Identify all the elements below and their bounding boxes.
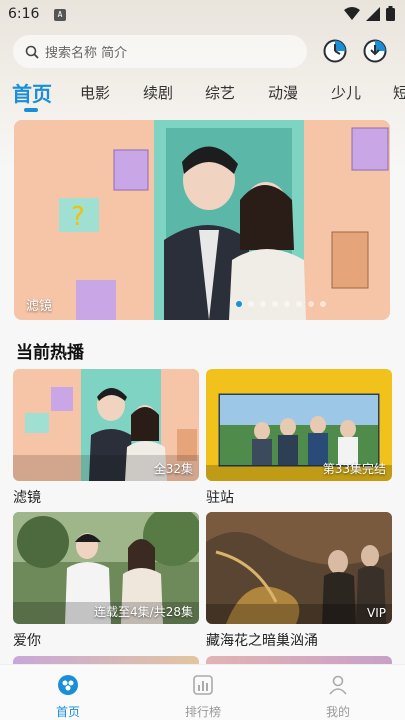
carousel-dot[interactable] <box>248 301 254 307</box>
card-title: 爱你 <box>13 633 41 649</box>
nav-profile-label: 我的 <box>325 705 350 719</box>
video-card[interactable]: VIP 藏海花之暗巢汹涌 <box>206 512 392 650</box>
carousel-dot[interactable] <box>272 301 278 307</box>
search-icon <box>25 45 39 59</box>
bottom-nav: 首页 排行榜 我的 <box>0 664 405 720</box>
tab-variety[interactable]: 综艺 <box>205 82 235 103</box>
active-tab-indicator <box>24 108 38 112</box>
vip-badge: VIP <box>367 606 386 620</box>
carousel-dot[interactable] <box>320 301 326 307</box>
status-bar: 6:16 A <box>0 0 405 30</box>
home-icon <box>58 675 78 695</box>
banner-image: ? <box>14 120 390 320</box>
banner-title: 滤镜 <box>26 299 53 314</box>
hero-banner[interactable]: ? 滤镜 <box>14 120 390 320</box>
tab-movies[interactable]: 电影 <box>80 82 110 103</box>
card-poster: 连载至4集/共28集 <box>13 512 199 624</box>
card-title: 滤镜 <box>13 490 41 506</box>
signal-icon <box>366 6 380 21</box>
card-poster: 第33集完结 <box>206 369 392 481</box>
card-title: 驻站 <box>206 490 234 506</box>
battery-icon <box>386 6 395 21</box>
notification-icon: A <box>54 9 66 21</box>
section-title: 当前热播 <box>16 343 84 363</box>
card-title: 藏海花之暗巢汹涌 <box>206 633 318 649</box>
carousel-dot[interactable] <box>308 301 314 307</box>
nav-ranking[interactable]: 排行榜 <box>163 673 243 720</box>
video-card[interactable]: 第33集完结 驻站 <box>206 369 392 507</box>
video-card[interactable]: 全32集 滤镜 <box>13 369 199 507</box>
carousel-dots <box>236 301 326 307</box>
search-bar[interactable]: 搜索名称 简介 <box>13 35 307 68</box>
nav-home-label: 首页 <box>55 705 80 719</box>
tab-series[interactable]: 续剧 <box>143 82 173 103</box>
search-input[interactable]: 搜索名称 简介 <box>45 42 127 61</box>
nav-profile[interactable]: 我的 <box>298 673 378 720</box>
tab-anime[interactable]: 动漫 <box>268 82 298 103</box>
tab-home[interactable]: 首页 <box>12 78 52 107</box>
download-clock-icon[interactable] <box>362 38 388 64</box>
card-poster: VIP <box>206 512 392 624</box>
nav-ranking-label: 排行榜 <box>184 705 221 719</box>
tab-shorts[interactable]: 短 <box>393 82 405 103</box>
profile-icon <box>329 675 347 695</box>
episode-badge: 连载至4集/共28集 <box>94 605 193 619</box>
ranking-icon <box>193 675 213 695</box>
card-poster: 全32集 <box>13 369 199 481</box>
category-tabs: 首页 电影 续剧 综艺 动漫 少儿 短 <box>0 78 405 112</box>
carousel-dot[interactable] <box>236 301 242 307</box>
carousel-dot[interactable] <box>260 301 266 307</box>
history-clock-icon[interactable] <box>322 38 348 64</box>
carousel-dot[interactable] <box>284 301 290 307</box>
episode-badge: 第33集完结 <box>322 462 386 476</box>
wifi-icon <box>344 6 360 20</box>
svg-text:?: ? <box>71 202 85 232</box>
status-icons <box>344 6 395 21</box>
carousel-dot[interactable] <box>296 301 302 307</box>
video-card[interactable]: 连载至4集/共28集 爱你 <box>13 512 199 650</box>
status-time: 6:16 <box>8 6 40 22</box>
nav-home[interactable]: 首页 <box>28 673 108 720</box>
tab-kids[interactable]: 少儿 <box>331 82 361 103</box>
episode-badge: 全32集 <box>153 462 193 476</box>
